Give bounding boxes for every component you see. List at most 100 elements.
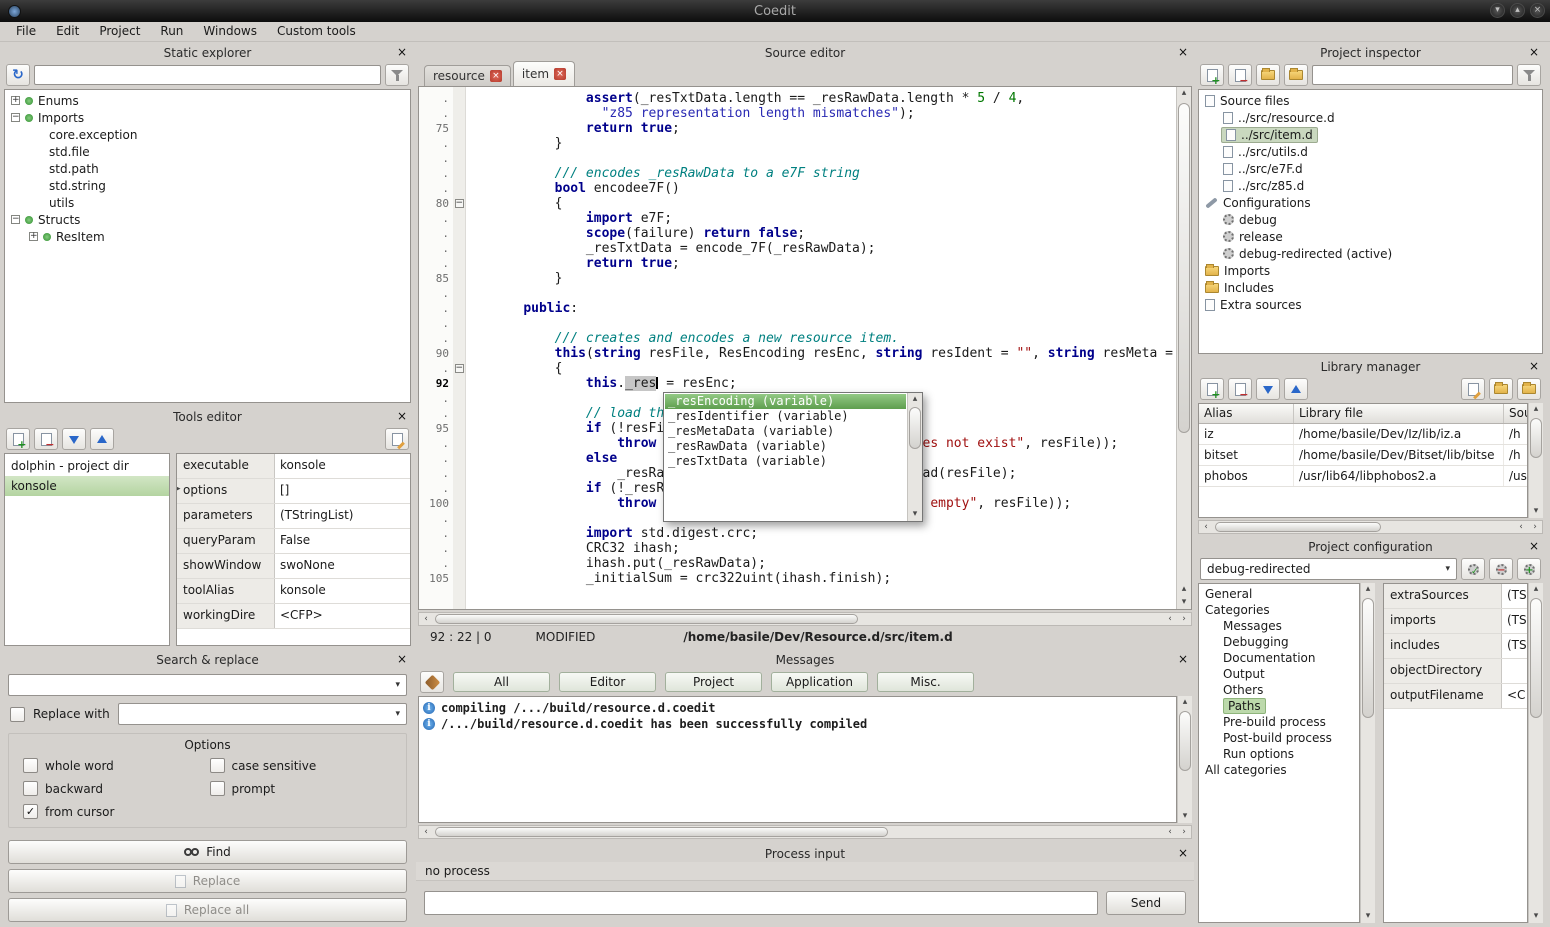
scroll-down-icon[interactable]: ▾ (1361, 910, 1375, 923)
close-panel-icon[interactable]: × (395, 409, 409, 423)
category-run-options[interactable]: Run options (1199, 746, 1359, 762)
add-library-button[interactable] (1200, 378, 1224, 400)
move-tool-down-button[interactable] (62, 428, 86, 450)
config-grid-vscrollbar[interactable]: ▴ ▾ (1528, 583, 1543, 923)
tree-item-source-file[interactable]: ../src/e7F.d (1199, 160, 1542, 177)
tree-item-imports[interactable]: − Imports (5, 109, 410, 126)
remove-source-button[interactable] (1228, 64, 1252, 86)
expander-icon[interactable]: − (11, 215, 20, 224)
scrollbar-track[interactable] (1529, 596, 1543, 910)
add-tool-button[interactable] (6, 428, 30, 450)
fold-marker[interactable]: − (453, 196, 465, 211)
add-config-button[interactable]: + (1517, 558, 1541, 580)
backward-checkbox[interactable] (23, 781, 38, 796)
fold-marker[interactable]: − (453, 361, 465, 376)
scroll-down-icon[interactable]: ▾ (1529, 505, 1543, 518)
replace-with-checkbox[interactable] (10, 707, 25, 722)
category-paths-selected[interactable]: Paths (1199, 698, 1359, 714)
menu-custom-tools[interactable]: Custom tools (267, 22, 366, 41)
replace-with-combo[interactable]: ▾ (118, 703, 407, 725)
property-value[interactable]: konsole (280, 458, 326, 472)
tree-item-import-child[interactable]: std.file (5, 143, 410, 160)
property-row[interactable]: imports (TStringList) (1384, 609, 1527, 634)
tree-item-includes[interactable]: Includes (1199, 279, 1542, 296)
tree-item-import-child[interactable]: core.exception (5, 126, 410, 143)
column-header[interactable]: Sources (1504, 404, 1528, 423)
category-documentation[interactable]: Documentation (1199, 650, 1359, 666)
property-row[interactable]: workingDire <CFP> (177, 604, 410, 629)
scrollbar-thumb[interactable] (1215, 522, 1381, 532)
property-row[interactable]: queryParam False (177, 529, 410, 554)
editor-hscrollbar[interactable]: ‹ ‹ › (418, 612, 1192, 626)
library-from-file-button[interactable] (1489, 378, 1513, 400)
code-area[interactable]: assert(_resTxtData.length == _resRawData… (466, 87, 1176, 609)
property-row[interactable]: extraSources (TStringList) (1384, 584, 1527, 609)
scroll-down-icon[interactable]: ▾ (908, 508, 922, 521)
scrollbar-thumb[interactable] (1530, 598, 1542, 718)
config-tree-vscrollbar[interactable]: ▴ ▾ (1360, 583, 1375, 923)
send-button[interactable]: Send (1106, 891, 1186, 915)
case-sensitive-option[interactable]: case sensitive (210, 758, 393, 773)
filter-misc-button[interactable]: Misc. (877, 672, 974, 692)
search-term-combo[interactable]: ▾ (8, 674, 407, 696)
scroll-right-icon[interactable]: › (1528, 521, 1542, 534)
backward-option[interactable]: backward (23, 781, 206, 796)
scroll-right-icon[interactable]: › (1177, 826, 1191, 839)
tool-item[interactable]: dolphin - project dir (5, 456, 169, 476)
property-value[interactable]: (TStringList) (1507, 588, 1527, 602)
symbol-search-input[interactable] (34, 65, 381, 85)
filter-button[interactable] (1517, 64, 1541, 86)
scrollbar-track[interactable] (1177, 100, 1191, 583)
menu-windows[interactable]: Windows (193, 22, 267, 41)
clone-config-button[interactable]: ✓ (1461, 558, 1485, 580)
scroll-right-icon[interactable]: › (1177, 613, 1191, 626)
close-window-icon[interactable]: × (1530, 3, 1545, 18)
tree-item-source-file-selected[interactable]: ../src/item.d (1199, 126, 1542, 143)
edit-tool-button[interactable] (385, 428, 409, 450)
close-panel-icon[interactable]: × (1527, 539, 1541, 553)
tree-item-enums[interactable]: + Enums (5, 92, 410, 109)
close-panel-icon[interactable]: × (1527, 359, 1541, 373)
completion-scrollbar[interactable]: ▴ ▾ (907, 393, 922, 521)
property-value[interactable]: swoNone (280, 558, 335, 572)
property-row[interactable]: ▸options [] (177, 479, 410, 504)
category-categories[interactable]: Categories (1199, 602, 1359, 618)
close-panel-icon[interactable]: × (1176, 846, 1190, 860)
close-tab-icon[interactable]: × (490, 70, 502, 82)
scrollbar-thumb[interactable] (1362, 598, 1374, 718)
tree-item-configuration[interactable]: debug (1199, 211, 1542, 228)
scrollbar-track[interactable] (1213, 521, 1514, 533)
scroll-left-icon[interactable]: ‹ (1199, 521, 1213, 534)
scrollbar-thumb[interactable] (1530, 418, 1542, 458)
tree-item-source-file[interactable]: ../src/z85.d (1199, 177, 1542, 194)
find-button[interactable]: Find (8, 840, 407, 864)
tree-item-extra-sources[interactable]: Extra sources (1199, 296, 1542, 313)
messages-hscrollbar[interactable]: ‹ ‹ › (418, 825, 1192, 839)
tree-item-import-child[interactable]: std.path (5, 160, 410, 177)
scrollbar-track[interactable] (1178, 709, 1192, 810)
replace-all-button[interactable]: Replace all (8, 898, 407, 922)
category-messages[interactable]: Messages (1199, 618, 1359, 634)
property-row[interactable]: executable konsole (177, 454, 410, 479)
process-input-field[interactable] (424, 891, 1098, 915)
tab-item[interactable]: item × (513, 61, 575, 86)
filter-project-button[interactable]: Project (665, 672, 762, 692)
filter-button[interactable] (385, 64, 409, 86)
message-row[interactable]: i /.../build/resource.d.coedit has been … (423, 716, 1172, 732)
scroll-up-icon[interactable]: ▴ (1361, 583, 1375, 596)
scrollbar-track[interactable] (433, 613, 1163, 625)
category-output[interactable]: Output (1199, 666, 1359, 682)
menu-project[interactable]: Project (89, 22, 150, 41)
category-general[interactable]: General (1199, 586, 1359, 602)
close-panel-icon[interactable]: × (1176, 652, 1190, 666)
filter-all-button[interactable]: All (453, 672, 550, 692)
property-row[interactable]: toolAlias konsole (177, 579, 410, 604)
tree-item-configuration[interactable]: release (1199, 228, 1542, 245)
library-row[interactable]: phobos /usr/lib64/libphobos2.a /us (1199, 466, 1527, 487)
completion-item[interactable]: _resRawData (variable) (665, 439, 906, 454)
prompt-checkbox[interactable] (210, 781, 225, 796)
property-value[interactable]: (TStringList) (1507, 638, 1527, 652)
scrollbar-track[interactable] (1529, 416, 1543, 505)
scroll-left-icon[interactable]: ‹ (419, 826, 433, 839)
scroll-up-icon[interactable]: ▴ (1178, 696, 1192, 709)
